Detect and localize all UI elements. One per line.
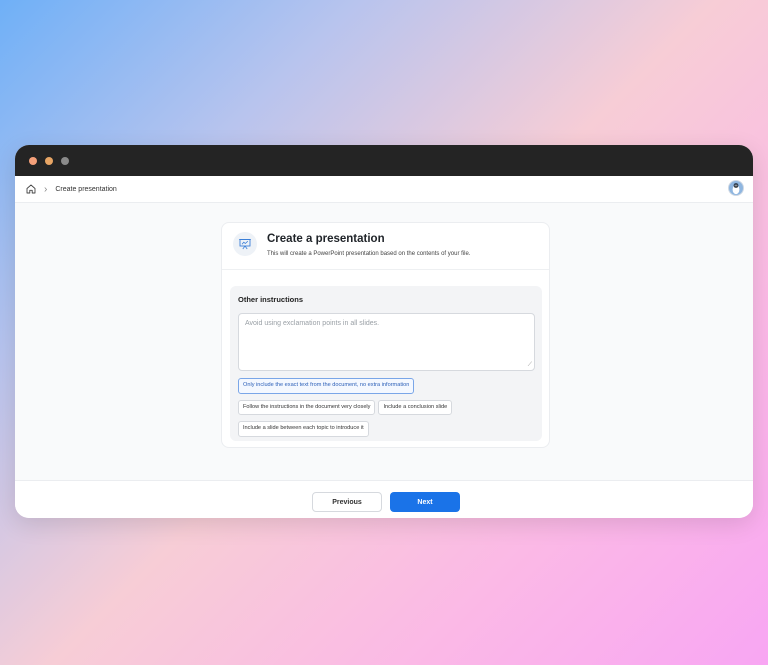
page-subtitle: This will create a PowerPoint presentati… <box>267 251 471 257</box>
maximize-window-dot[interactable] <box>61 156 69 165</box>
home-icon[interactable] <box>25 183 37 195</box>
suggestion-chips: Only include the exact text from the doc… <box>238 378 535 437</box>
app-window: › Create presentation Create a presentat… <box>15 145 753 518</box>
footer-bar: Previous Next <box>15 480 753 518</box>
minimize-window-dot[interactable] <box>45 156 53 165</box>
instructions-textarea[interactable]: Avoid using exclamation points in all sl… <box>238 313 535 371</box>
create-presentation-card: Create a presentation This will create a… <box>221 222 550 448</box>
other-instructions-label: Other instructions <box>238 295 304 304</box>
previous-button[interactable]: Previous <box>312 492 382 512</box>
instructions-placeholder: Avoid using exclamation points in all sl… <box>245 320 380 327</box>
page-title: Create a presentation <box>267 233 385 245</box>
next-button[interactable]: Next <box>390 492 460 512</box>
resize-grip-icon[interactable]: ⟋ <box>528 362 532 369</box>
close-window-dot[interactable] <box>29 156 37 165</box>
card-header: Create a presentation This will create a… <box>222 223 549 270</box>
breadcrumb: Create presentation <box>55 185 117 193</box>
chevron-right-icon: › <box>44 183 48 195</box>
suggestion-chip[interactable]: Only include the exact text from the doc… <box>238 378 415 394</box>
suggestion-chip[interactable]: Include a conclusion slide <box>378 399 453 416</box>
title-bar <box>15 145 753 176</box>
other-instructions-panel: Other instructions Avoid using exclamati… <box>230 286 542 441</box>
avatar[interactable] <box>728 180 744 196</box>
top-nav-bar: › Create presentation <box>15 176 753 203</box>
suggestion-chip[interactable]: Follow the instructions in the document … <box>238 399 376 416</box>
suggestion-chip[interactable]: Include a slide between each topic to in… <box>238 421 369 437</box>
presentation-icon <box>233 232 257 256</box>
